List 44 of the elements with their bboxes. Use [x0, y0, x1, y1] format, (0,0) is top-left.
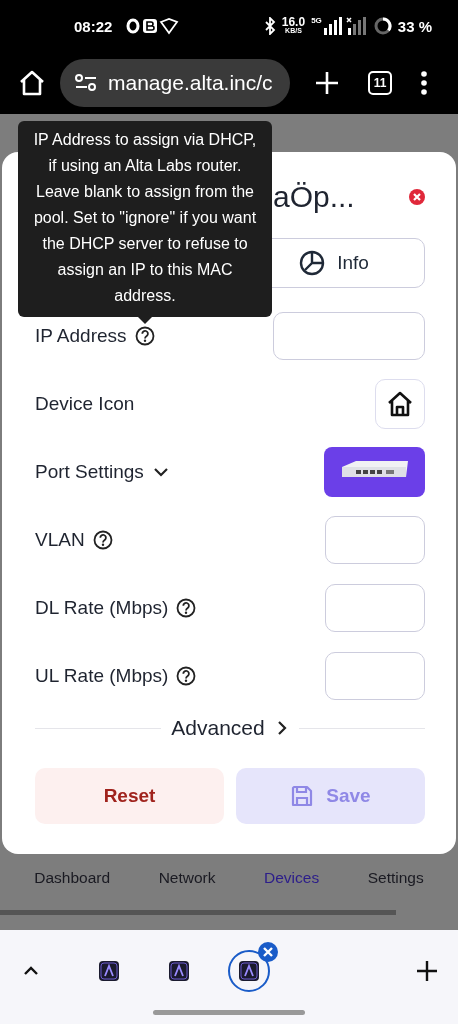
input-field[interactable]	[273, 312, 425, 360]
new-tab-icon[interactable]	[314, 70, 340, 96]
tab-count-button[interactable]: 11	[368, 71, 392, 95]
bluetooth-icon	[263, 17, 276, 35]
dialog-title: aÖp...	[273, 180, 355, 214]
site-settings-icon[interactable]	[74, 73, 98, 93]
battery-percent: 33 %	[397, 17, 432, 35]
add-tab-icon[interactable]	[416, 960, 438, 982]
house-icon	[386, 390, 414, 418]
help-icon[interactable]	[176, 666, 197, 686]
home-icon[interactable]	[18, 69, 46, 97]
help-icon[interactable]	[176, 598, 197, 618]
input-field[interactable]	[325, 584, 425, 632]
input-field[interactable]	[325, 652, 425, 700]
app-logo-icon	[169, 961, 189, 981]
network-type: 5G	[311, 16, 322, 25]
field-label: DL Rate (Mbps)	[35, 597, 169, 619]
field-label: Port Settings	[35, 461, 144, 483]
battery-icon	[373, 17, 392, 35]
nav-item[interactable]: Dashboard	[34, 868, 111, 888]
app-logo-icon	[239, 961, 259, 981]
address-bar[interactable]: manage.alta.inc/c	[60, 59, 290, 107]
app-logo-icon	[99, 961, 119, 981]
device-icon-button[interactable]	[375, 379, 425, 429]
pie-chart-icon	[299, 250, 326, 276]
help-icon[interactable]	[134, 326, 155, 346]
close-icon[interactable]	[409, 189, 425, 205]
clock-time: 08:22	[74, 17, 113, 35]
reset-button[interactable]: Reset	[35, 768, 224, 824]
field-label: Device Icon	[35, 393, 135, 415]
field-label: VLAN	[35, 529, 85, 551]
nav-item[interactable]: Network	[158, 868, 216, 888]
port-device-button[interactable]	[324, 447, 425, 497]
nav-item[interactable]: Settings	[367, 868, 424, 888]
input-field[interactable]	[325, 516, 425, 564]
menu-icon[interactable]	[420, 70, 428, 96]
field-label: UL Rate (Mbps)	[35, 665, 169, 687]
help-icon[interactable]	[92, 530, 113, 550]
close-tab-icon[interactable]	[258, 942, 278, 962]
tooltip: IP Address to assign via DHCP, if using an Alta Labs router. Leave blank to assign from the pool. Set to "ignore" if you want the DHCP server to refuse to assign an IP to this MAC address.	[18, 121, 272, 317]
signal-icon	[323, 17, 368, 35]
field-label: IP Address	[35, 325, 127, 347]
advanced-toggle[interactable]: Advanced	[171, 716, 289, 740]
tooltip-pointer	[138, 317, 152, 324]
